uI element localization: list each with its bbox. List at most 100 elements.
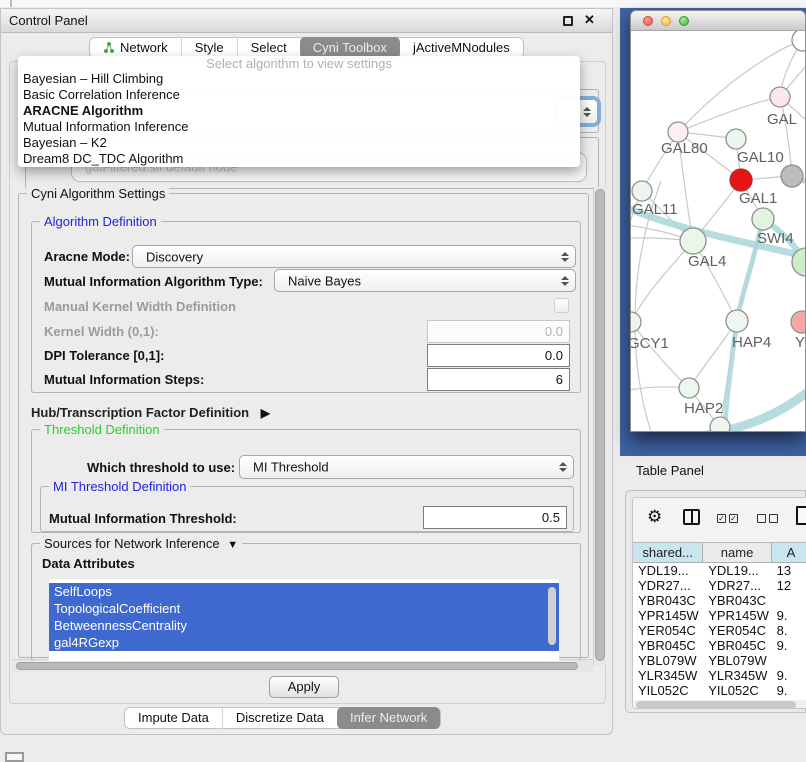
- attributes-scrollbar-thumb[interactable]: [548, 587, 556, 645]
- table-panel-title: Table Panel: [636, 463, 704, 478]
- algorithm-dropdown-popup: Select algorithm to view settings Bayesi…: [18, 56, 580, 167]
- mi-threshold-label: Mutual Information Threshold:: [49, 511, 237, 526]
- control-panel-bottom-tabs: Impute Data Discretize Data Infer Networ…: [124, 707, 441, 729]
- network-node[interactable]: [632, 181, 652, 201]
- network-node[interactable]: [752, 208, 774, 230]
- table-horizontal-scrollbar[interactable]: [635, 700, 806, 709]
- mi-algorithm-type-combo[interactable]: Naive Bayes: [274, 269, 576, 292]
- table-row[interactable]: YDL19...YDL19...13: [633, 563, 806, 578]
- mi-threshold-field[interactable]: 0.5: [423, 506, 567, 529]
- settings-vertical-scrollbar[interactable]: [593, 187, 606, 665]
- table-cell: YDR27...: [703, 578, 771, 593]
- which-threshold-combo[interactable]: MI Threshold: [239, 455, 574, 479]
- mac-close-icon[interactable]: [643, 16, 653, 26]
- combo-stepper-icon: [561, 276, 569, 286]
- network-window[interactable]: GALGAL80GAL10GAL1GAL11SWI4GAL4GCY1HAP4YH…: [630, 10, 806, 432]
- network-node[interactable]: [679, 378, 699, 398]
- select-all-columns-icon[interactable]: ✓✓: [717, 514, 738, 523]
- network-node[interactable]: [631, 312, 641, 332]
- mac-zoom-icon[interactable]: [679, 16, 689, 26]
- network-node-label: SWI4: [757, 230, 794, 247]
- export-table-icon[interactable]: [796, 506, 806, 525]
- kernel-width-field[interactable]: 0.0: [427, 320, 570, 343]
- column-header-shared-name[interactable]: shared...: [633, 543, 703, 562]
- network-node[interactable]: [726, 310, 748, 332]
- sources-title[interactable]: Sources for Network Inference ▼: [40, 536, 242, 551]
- table-row[interactable]: YIL052CYIL052C9.: [633, 683, 806, 698]
- aracne-mode-combo[interactable]: Discovery: [132, 245, 576, 268]
- table-row[interactable]: YPR145WYPR145W9.: [633, 608, 806, 623]
- network-node[interactable]: [710, 417, 730, 431]
- algorithm-option[interactable]: Dream8 DC_TDC Algorithm: [18, 151, 580, 167]
- network-canvas[interactable]: GALGAL80GAL10GAL1GAL11SWI4GAL4GCY1HAP4YH…: [631, 31, 805, 431]
- algorithm-option[interactable]: Mutual Information Inference: [18, 119, 580, 135]
- deselect-all-columns-icon[interactable]: [757, 514, 778, 523]
- mi-steps-field[interactable]: 6: [427, 368, 570, 391]
- manual-kernel-checkbox[interactable]: [554, 298, 569, 313]
- table-row[interactable]: YBR045CYBR045C9.: [633, 638, 806, 653]
- table-cell: [772, 593, 806, 608]
- table-cell: YPR145W: [703, 608, 771, 623]
- close-icon[interactable]: ✕: [584, 12, 595, 28]
- network-node-label: GAL4: [688, 253, 726, 270]
- combo-stepper-icon: [559, 462, 567, 472]
- network-node[interactable]: [726, 129, 746, 149]
- settings-horizontal-scrollbar-thumb[interactable]: [16, 662, 578, 670]
- attribute-list-item[interactable]: SelfLoops: [49, 583, 559, 600]
- table-horizontal-scrollbar-thumb[interactable]: [636, 701, 796, 709]
- attribute-list-item[interactable]: BetweennessCentrality: [49, 617, 559, 634]
- table-row[interactable]: YDR27...YDR27...12: [633, 578, 806, 593]
- attribute-list-item[interactable]: TopologicalCoefficient: [49, 600, 559, 617]
- column-header-name[interactable]: name: [703, 543, 772, 562]
- network-node[interactable]: [730, 169, 752, 191]
- table-cell: YBR045C: [703, 638, 771, 653]
- algorithm-dropdown-placeholder: Select algorithm to view settings: [18, 56, 580, 71]
- columns-icon[interactable]: [683, 509, 700, 525]
- tab-infer-network[interactable]: Infer Network: [337, 707, 440, 729]
- network-canvas-svg: GALGAL80GAL10GAL1GAL11SWI4GAL4GCY1HAP4YH…: [631, 31, 805, 431]
- algorithm-option[interactable]: Bayesian – K2: [18, 135, 580, 151]
- table-cell: YBL079W: [633, 653, 703, 668]
- network-node-label: GAL11: [632, 201, 678, 218]
- network-node[interactable]: [792, 31, 805, 51]
- network-node[interactable]: [781, 165, 803, 187]
- algorithm-option[interactable]: ARACNE Algorithm: [18, 103, 580, 119]
- table-row[interactable]: YLR345WYLR345W9.: [633, 668, 806, 683]
- attribute-list-item[interactable]: gal4RGexp: [49, 634, 559, 651]
- tab-impute-data[interactable]: Impute Data: [125, 707, 222, 729]
- network-node-label: HAP4: [732, 334, 771, 351]
- mi-algorithm-type-value: Naive Bayes: [288, 273, 361, 288]
- algorithm-option[interactable]: Bayesian – Hill Climbing: [18, 71, 580, 87]
- network-node[interactable]: [668, 122, 688, 142]
- dpi-tolerance-label: DPI Tolerance [0,1]:: [44, 348, 164, 363]
- dpi-tolerance-field[interactable]: 0.0: [427, 344, 570, 367]
- top-strip-tick: [10, 0, 12, 7]
- table-cell: 13: [772, 563, 806, 578]
- hub-factor-expander[interactable]: Hub/Transcription Factor Definition ▶: [31, 405, 270, 420]
- table-row[interactable]: YER054CYER054C8.: [633, 623, 806, 638]
- algorithm-definition-title: Algorithm Definition: [40, 214, 161, 229]
- table-row[interactable]: YBL079WYBL079W: [633, 653, 806, 668]
- network-node[interactable]: [680, 228, 706, 254]
- mi-steps-label: Mutual Information Steps:: [44, 372, 204, 387]
- gear-icon[interactable]: ⚙: [647, 507, 662, 527]
- minimized-panel-icon[interactable]: [5, 752, 24, 762]
- table-row[interactable]: YBR043CYBR043C: [633, 593, 806, 608]
- network-window-titlebar[interactable]: [631, 11, 805, 31]
- column-header-third[interactable]: A: [772, 543, 806, 562]
- algorithm-option[interactable]: Basic Correlation Inference: [18, 87, 580, 103]
- table-cell: YDR27...: [633, 578, 703, 593]
- mac-minimize-icon[interactable]: [661, 16, 671, 26]
- apply-button[interactable]: Apply: [269, 676, 339, 698]
- settings-vertical-scrollbar-thumb[interactable]: [595, 189, 605, 661]
- kernel-width-label: Kernel Width (0,1):: [44, 324, 159, 339]
- network-edge: [631, 241, 693, 322]
- network-node[interactable]: [770, 87, 790, 107]
- table-header: shared... name A: [633, 542, 806, 563]
- hub-factor-expander-label: Hub/Transcription Factor Definition: [31, 405, 249, 420]
- network-node[interactable]: [791, 311, 805, 333]
- data-attributes-list[interactable]: SelfLoopsTopologicalCoefficientBetweenne…: [49, 579, 559, 661]
- tab-discretize-data[interactable]: Discretize Data: [222, 707, 337, 729]
- collapse-arrow-icon: ▼: [227, 539, 238, 551]
- float-window-icon[interactable]: [563, 16, 573, 26]
